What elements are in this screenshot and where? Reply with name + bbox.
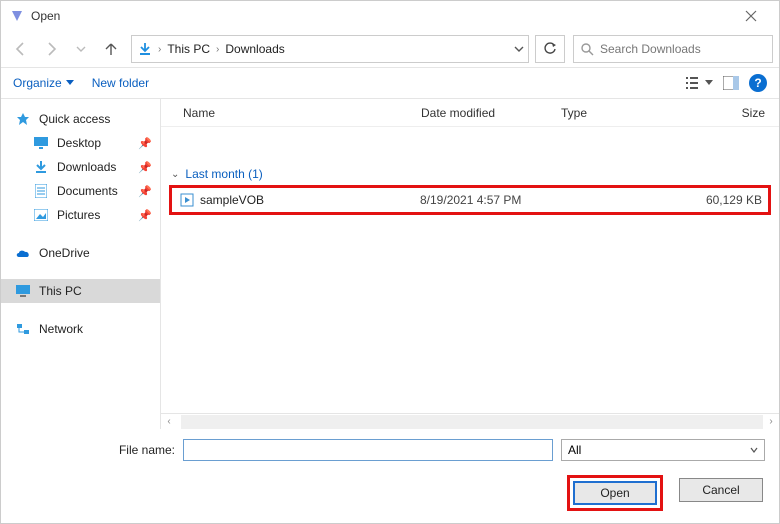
filename-input[interactable] [183,439,553,461]
organize-menu[interactable]: Organize [13,76,74,90]
scroll-left-icon[interactable]: ‹ [161,415,177,429]
tree-network[interactable]: Network [1,317,160,341]
file-row[interactable]: sampleVOB 8/19/2021 4:57 PM 60,129 KB [172,189,768,211]
desktop-icon [33,137,49,149]
address-bar[interactable]: › This PC › Downloads [131,35,529,63]
chevron-right-icon: › [158,44,161,55]
tree-label: Network [39,322,83,336]
header-name[interactable]: Name [161,106,421,120]
network-icon [15,323,31,335]
horizontal-scrollbar[interactable]: ‹ › [161,413,779,429]
tree-desktop[interactable]: Desktop 📌 [1,131,160,155]
search-input[interactable] [600,42,766,56]
breadcrumb-root[interactable]: This PC [165,42,212,56]
tree-label: Documents [57,184,118,198]
downloads-icon [33,160,49,174]
filter-value: All [568,443,581,457]
chevron-down-icon: ⌄ [171,169,179,180]
tree-downloads[interactable]: Downloads 📌 [1,155,160,179]
chevron-down-icon [705,79,713,87]
tree-label: Quick access [39,112,110,126]
help-button[interactable]: ? [749,74,767,92]
group-label: Last month (1) [185,167,262,181]
chevron-right-icon: › [216,44,219,55]
preview-pane-button[interactable] [723,76,739,90]
address-dropdown-icon[interactable] [514,44,524,54]
new-folder-label: New folder [92,76,149,90]
annotation-highlight: Open [567,475,663,511]
tree-onedrive[interactable]: OneDrive [1,241,160,265]
open-button[interactable]: Open [573,481,657,505]
refresh-button[interactable] [535,35,565,63]
tree-label: Desktop [57,136,101,150]
filename-label: File name: [15,443,175,457]
close-button[interactable] [731,2,771,30]
file-size: 60,129 KB [680,193,768,207]
tree-label: This PC [39,284,82,298]
pictures-icon [33,209,49,221]
recent-dropdown-icon[interactable] [67,35,95,63]
tree-label: OneDrive [39,246,90,260]
scroll-right-icon[interactable]: › [763,415,779,429]
tree-quick-access[interactable]: Quick access [1,107,160,131]
downloads-location-icon [136,41,154,57]
group-header[interactable]: ⌄ Last month (1) [161,127,779,183]
header-type[interactable]: Type [561,106,681,120]
annotation-highlight: sampleVOB 8/19/2021 4:57 PM 60,129 KB [169,185,771,215]
window-title: Open [31,9,60,23]
search-icon [580,42,594,56]
app-icon [9,8,25,24]
search-box[interactable] [573,35,773,63]
up-button[interactable] [97,35,125,63]
pin-icon: 📌 [138,185,152,198]
pin-icon: 📌 [138,161,152,174]
documents-icon [33,184,49,198]
header-size[interactable]: Size [681,106,779,120]
pc-icon [15,285,31,297]
view-options-button[interactable] [686,76,713,90]
tree-label: Pictures [57,208,100,222]
header-date[interactable]: Date modified [421,106,561,120]
tree-documents[interactable]: Documents 📌 [1,179,160,203]
file-date: 8/19/2021 4:57 PM [420,193,560,207]
star-icon [15,112,31,126]
chevron-down-icon [750,446,758,454]
breadcrumb-folder[interactable]: Downloads [223,42,286,56]
cancel-button[interactable]: Cancel [679,478,763,502]
tree-pictures[interactable]: Pictures 📌 [1,203,160,227]
file-icon [180,193,194,207]
pin-icon: 📌 [138,209,152,222]
pin-icon: 📌 [138,137,152,150]
column-headers: Name Date modified Type Size [161,99,779,127]
chevron-down-icon [66,79,74,87]
file-type-filter[interactable]: All [561,439,765,461]
file-name: sampleVOB [200,193,264,207]
cloud-icon [15,248,31,258]
new-folder-button[interactable]: New folder [92,76,149,90]
organize-label: Organize [13,76,62,90]
tree-this-pc[interactable]: This PC [1,279,160,303]
nav-tree: Quick access Desktop 📌 Downloads 📌 Docum… [1,99,161,429]
forward-button[interactable] [37,35,65,63]
back-button[interactable] [7,35,35,63]
tree-label: Downloads [57,160,116,174]
